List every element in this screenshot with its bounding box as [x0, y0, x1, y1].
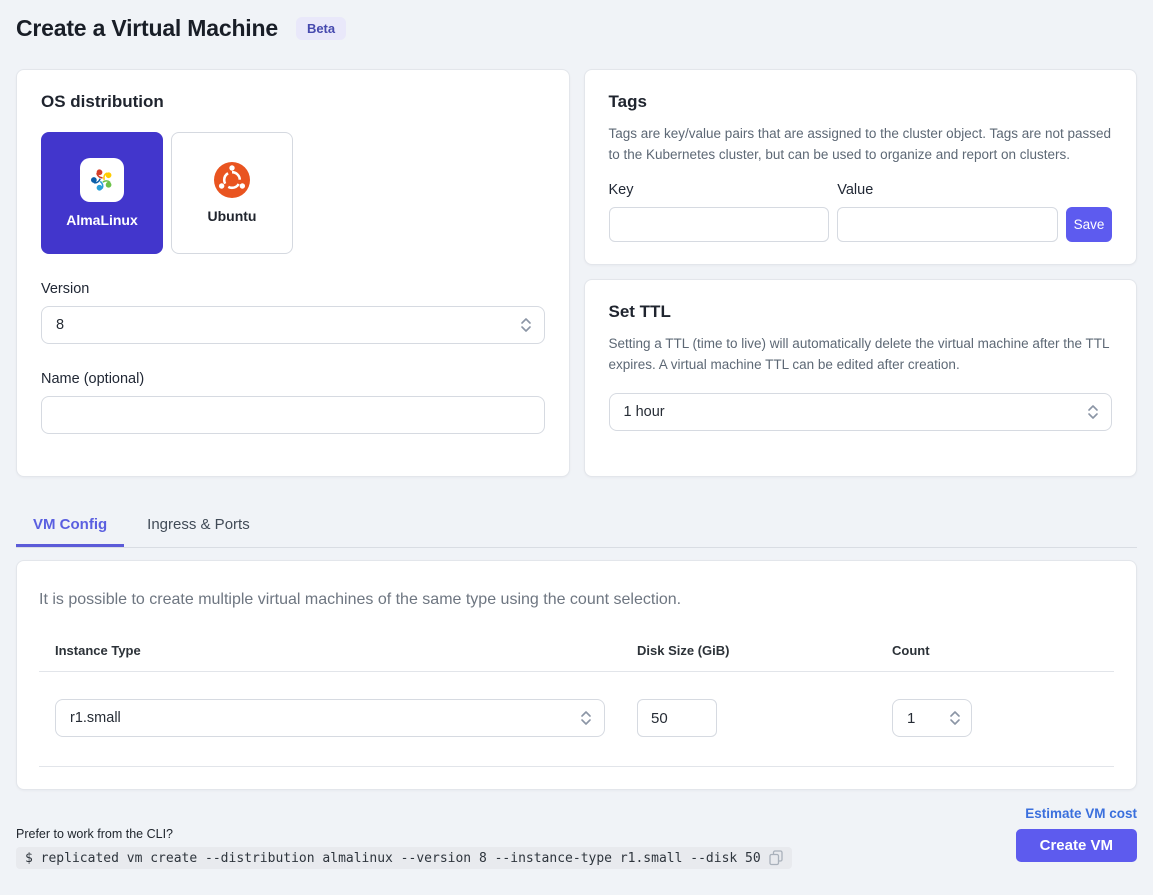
ttl-select[interactable]: 1 hour	[609, 393, 1113, 431]
column-count: Count	[876, 643, 1114, 658]
tags-description: Tags are key/value pairs that are assign…	[609, 124, 1113, 165]
os-tile-almalinux[interactable]: AlmaLinux	[41, 132, 163, 254]
column-instance-type: Instance Type	[39, 643, 621, 658]
tab-ingress-ports[interactable]: Ingress & Ports	[130, 504, 267, 547]
version-select-value: 8	[56, 317, 64, 333]
beta-badge: Beta	[296, 17, 346, 40]
copy-icon[interactable]	[769, 850, 783, 866]
set-ttl-title: Set TTL	[609, 302, 1113, 322]
count-value: 1	[907, 710, 915, 727]
footer-row: Prefer to work from the CLI? $ replicate…	[16, 827, 1137, 895]
save-button[interactable]: Save	[1066, 207, 1112, 242]
os-tiles: AlmaLinux	[41, 132, 545, 254]
vm-config-intro: It is possible to create multiple virtua…	[39, 591, 1112, 609]
disk-size-input[interactable]	[637, 699, 717, 737]
os-tile-label: Ubuntu	[208, 208, 257, 224]
page: Create a Virtual Machine Beta OS distrib…	[16, 0, 1137, 895]
cli-block: Prefer to work from the CLI? $ replicate…	[16, 827, 792, 869]
page-header: Create a Virtual Machine Beta	[16, 15, 1137, 42]
cli-command-chip: $ replicated vm create --distribution al…	[16, 847, 792, 869]
tags-form: Key Value Save	[609, 182, 1113, 242]
vm-table-row: r1.small 1	[39, 672, 1114, 767]
page-title: Create a Virtual Machine	[16, 15, 278, 42]
ubuntu-logo-icon	[214, 162, 250, 198]
value-input[interactable]	[837, 207, 1058, 242]
os-tile-label: AlmaLinux	[66, 212, 138, 228]
vm-table-header: Instance Type Disk Size (GiB) Count	[39, 643, 1114, 672]
tab-vm-config[interactable]: VM Config	[16, 504, 124, 547]
create-vm-button[interactable]: Create VM	[1016, 829, 1137, 862]
os-tile-ubuntu[interactable]: Ubuntu	[171, 132, 293, 254]
vm-config-card: It is possible to create multiple virtua…	[16, 560, 1137, 790]
tab-bar: VM Config Ingress & Ports	[16, 504, 1137, 548]
instance-type-value: r1.small	[70, 710, 121, 726]
chevron-updown-icon	[580, 710, 592, 726]
instance-type-select[interactable]: r1.small	[55, 699, 605, 737]
ttl-description: Setting a TTL (time to live) will automa…	[609, 334, 1113, 375]
name-label: Name (optional)	[41, 371, 545, 387]
top-cards-row: OS distribution	[16, 69, 1137, 477]
vm-table: Instance Type Disk Size (GiB) Count r1.s…	[39, 643, 1114, 767]
chevron-updown-icon	[949, 710, 961, 726]
version-select[interactable]: 8	[41, 306, 545, 344]
name-input[interactable]	[41, 396, 545, 434]
chevron-updown-icon	[1087, 404, 1099, 420]
value-label: Value	[837, 182, 1058, 198]
cli-command-text: $ replicated vm create --distribution al…	[25, 851, 761, 866]
tags-title: Tags	[609, 92, 1113, 112]
almalinux-logo-icon	[80, 158, 124, 202]
key-input[interactable]	[609, 207, 830, 242]
count-stepper[interactable]: 1	[892, 699, 972, 737]
os-distribution-card: OS distribution	[16, 69, 570, 477]
column-disk-size: Disk Size (GiB)	[621, 643, 876, 658]
estimate-row: Estimate VM cost	[16, 805, 1137, 823]
chevron-updown-icon	[520, 317, 532, 333]
version-label: Version	[41, 281, 545, 297]
estimate-vm-cost-link[interactable]: Estimate VM cost	[1025, 806, 1137, 821]
tags-card: Tags Tags are key/value pairs that are a…	[584, 69, 1138, 265]
right-column: Tags Tags are key/value pairs that are a…	[584, 69, 1138, 477]
cli-label: Prefer to work from the CLI?	[16, 827, 792, 841]
key-label: Key	[609, 182, 830, 198]
os-distribution-title: OS distribution	[41, 92, 545, 112]
ttl-select-value: 1 hour	[624, 404, 665, 420]
set-ttl-card: Set TTL Setting a TTL (time to live) wil…	[584, 279, 1138, 477]
